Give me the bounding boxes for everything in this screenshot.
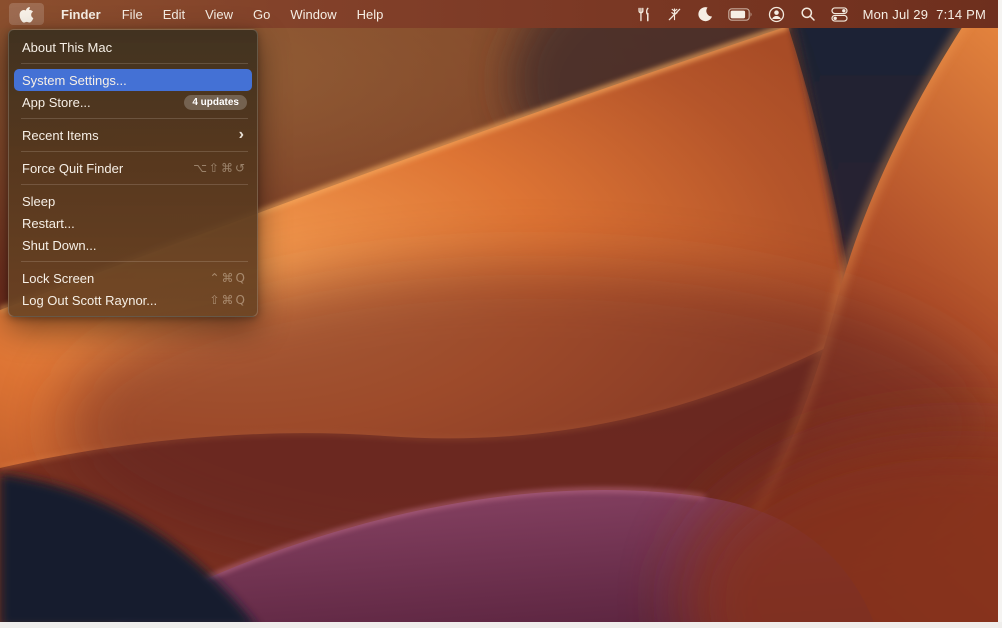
menubar-item-window[interactable]: Window	[280, 0, 346, 28]
menu-item-about-this-mac[interactable]: About This Mac	[9, 36, 257, 58]
menu-item-recent-items[interactable]: Recent Items ›	[9, 124, 257, 146]
menu-item-log-out[interactable]: Log Out Scott Raynor... ⇧⌘Q	[9, 289, 257, 311]
user-switch-icon[interactable]	[768, 0, 785, 28]
menu-bar-status-area: Mon Jul 29 7:14 PM	[637, 0, 1002, 28]
utensils-icon[interactable]	[637, 0, 652, 28]
apple-menu: About This Mac System Settings... App St…	[8, 29, 258, 317]
menubar-item-help[interactable]: Help	[347, 0, 394, 28]
menu-item-label: Sleep	[22, 194, 55, 209]
chevron-right-icon: ›	[239, 127, 244, 143]
menu-separator	[21, 63, 248, 64]
screenshot-edge-bottom	[0, 622, 1002, 628]
focus-moon-icon[interactable]	[697, 0, 713, 28]
control-center-icon[interactable]	[831, 0, 848, 28]
menu-separator	[21, 184, 248, 185]
menu-item-shut-down[interactable]: Shut Down...	[9, 234, 257, 256]
menu-item-label: Shut Down...	[22, 238, 96, 253]
menu-item-label: App Store...	[22, 95, 91, 110]
menu-item-label: About This Mac	[22, 40, 112, 55]
menu-item-sleep[interactable]: Sleep	[9, 190, 257, 212]
clock-date: Mon Jul 29	[863, 7, 929, 22]
apple-logo-icon	[19, 6, 34, 23]
menu-item-lock-screen[interactable]: Lock Screen ⌃⌘Q	[9, 267, 257, 289]
menu-bar-left: Finder File Edit View Go Window Help	[0, 0, 393, 28]
battery-icon[interactable]	[728, 0, 753, 28]
menubar-item-go[interactable]: Go	[243, 0, 280, 28]
update-count-badge: 4 updates	[184, 95, 247, 110]
shortcut-label: ⇧⌘Q	[210, 293, 248, 307]
menu-item-system-settings[interactable]: System Settings...	[14, 69, 252, 91]
menu-separator	[21, 118, 248, 119]
menubar-item-edit[interactable]: Edit	[153, 0, 195, 28]
menu-item-app-store[interactable]: App Store... 4 updates	[9, 91, 257, 113]
menu-item-label: Restart...	[22, 216, 75, 231]
menu-item-label: System Settings...	[22, 73, 127, 88]
menu-item-force-quit-finder[interactable]: Force Quit Finder ⌥⇧⌘↺	[9, 157, 257, 179]
shortcut-label: ⌥⇧⌘↺	[193, 161, 247, 175]
menubar-item-finder[interactable]: Finder	[50, 0, 112, 28]
menu-bar: Finder File Edit View Go Window Help	[0, 0, 1002, 28]
menu-separator	[21, 151, 248, 152]
menubar-clock[interactable]: Mon Jul 29 7:14 PM	[863, 7, 986, 22]
menu-item-label: Log Out Scott Raynor...	[22, 293, 157, 308]
spotlight-search-icon[interactable]	[800, 0, 816, 28]
apple-menu-button[interactable]	[9, 3, 44, 25]
menu-item-label: Lock Screen	[22, 271, 94, 286]
screenshot-edge-right	[998, 0, 1002, 628]
clock-time: 7:14 PM	[936, 7, 986, 22]
mic-off-icon[interactable]	[667, 0, 682, 28]
menu-separator	[21, 261, 248, 262]
menubar-item-file[interactable]: File	[112, 0, 153, 28]
menu-item-restart[interactable]: Restart...	[9, 212, 257, 234]
desktop: Finder File Edit View Go Window Help	[0, 0, 1002, 628]
menu-item-label: Recent Items	[22, 128, 99, 143]
shortcut-label: ⌃⌘Q	[210, 271, 248, 285]
menubar-item-view[interactable]: View	[195, 0, 243, 28]
menu-item-label: Force Quit Finder	[22, 161, 123, 176]
